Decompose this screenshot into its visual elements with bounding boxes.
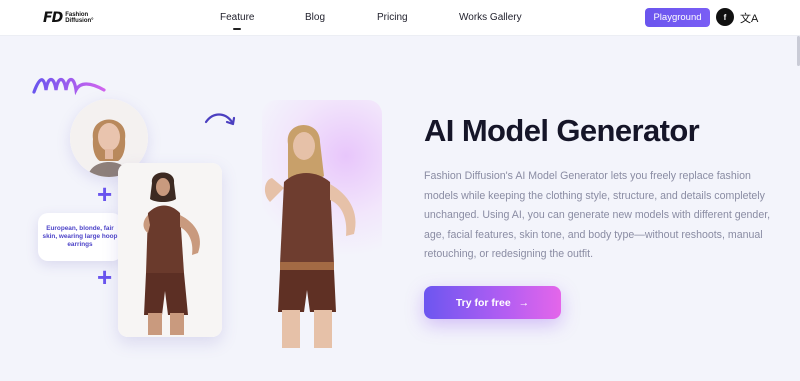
logo-line-2: Diffusion° [65, 18, 94, 24]
cta-label: Try for free [455, 296, 511, 309]
decorative-squiggle [32, 77, 106, 96]
nav-feature[interactable]: Feature [220, 12, 254, 23]
language-icon[interactable]: 文A [740, 10, 758, 26]
curved-arrow-icon [204, 113, 236, 126]
generated-model-photo [264, 124, 356, 348]
prompt-text: European, blonde, fair skin, wearing lar… [42, 225, 118, 248]
page-title: AI Model Generator [424, 113, 700, 148]
nav-blog[interactable]: Blog [305, 12, 325, 23]
original-model-photo [118, 163, 222, 337]
plus-icon: + [97, 262, 113, 292]
try-for-free-button[interactable]: Try for free → [424, 286, 561, 319]
facebook-icon[interactable]: f [716, 8, 734, 26]
nav-pricing[interactable]: Pricing [377, 12, 408, 23]
prompt-bubble: European, blonde, fair skin, wearing lar… [38, 213, 122, 261]
hero-description: Fashion Diffusion's AI Model Generator l… [424, 170, 771, 260]
nav-active-indicator [233, 28, 241, 30]
nav-works-gallery[interactable]: Works Gallery [459, 12, 522, 23]
top-nav-bar: FD Fashion Diffusion° Feature Blog Prici… [0, 0, 800, 36]
playground-button[interactable]: Playground [645, 8, 710, 27]
brand-logo[interactable]: FD Fashion Diffusion° [43, 10, 94, 26]
arrow-right-icon: → [518, 296, 530, 309]
plus-icon: + [97, 179, 113, 209]
logo-mark: FD [43, 10, 63, 26]
logo-wordmark: Fashion Diffusion° [65, 12, 93, 25]
logo-line-1: Fashion [65, 11, 89, 18]
